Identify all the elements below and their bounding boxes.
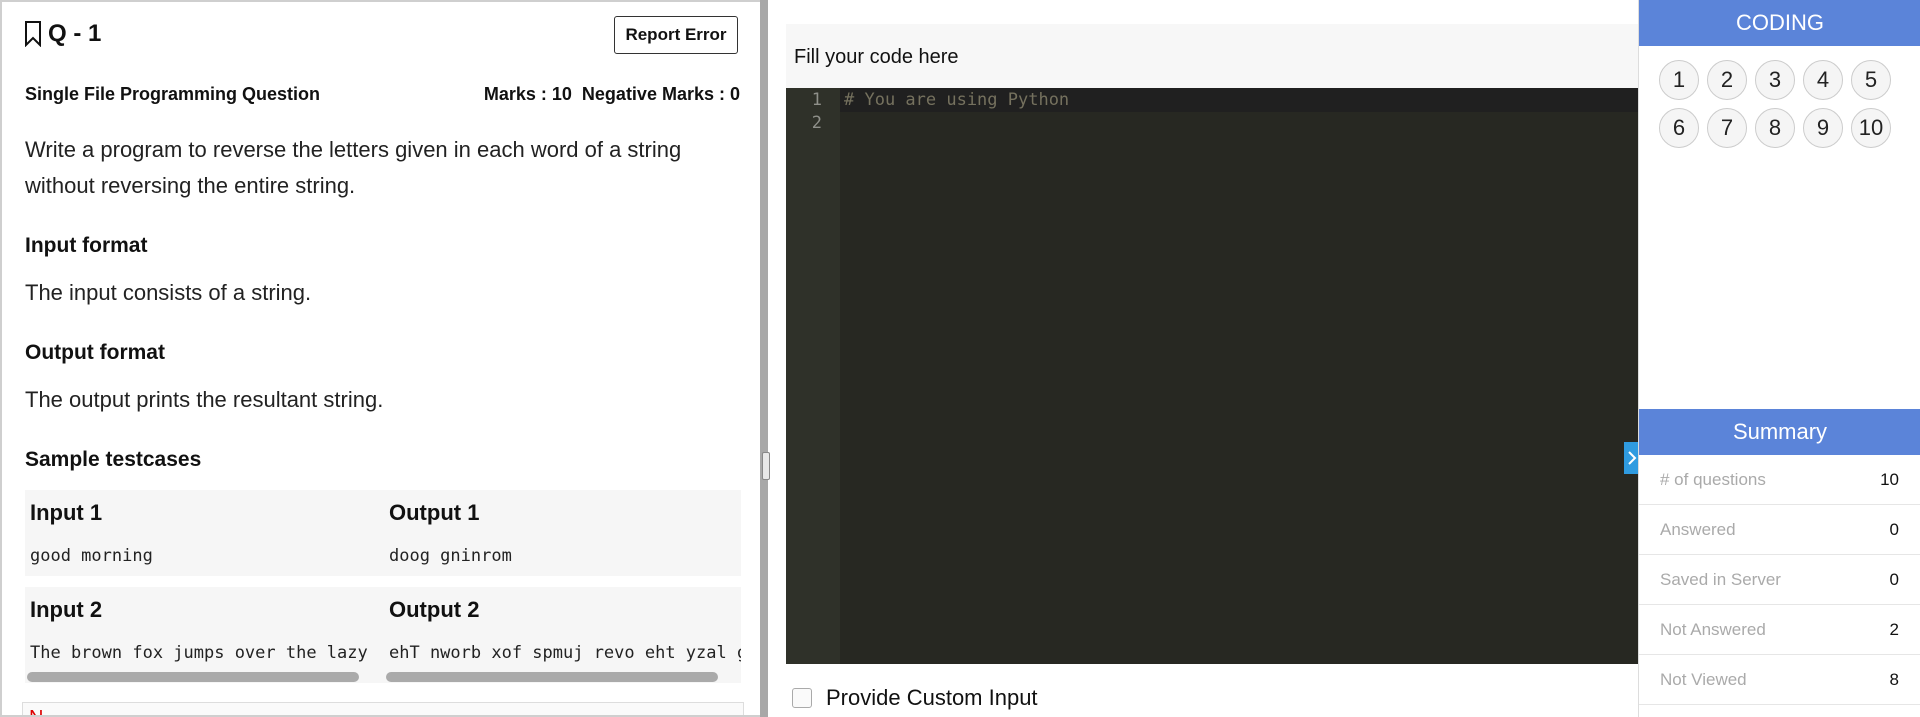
summary-title: Summary — [1639, 409, 1920, 455]
custom-input-label: Provide Custom Input — [826, 685, 1038, 710]
summary-value: 0 — [1889, 570, 1899, 589]
answer-status-text: N — [29, 707, 43, 715]
custom-input-toggle[interactable]: Provide Custom Input — [792, 685, 1038, 711]
input-scrollbar[interactable] — [27, 672, 359, 682]
question-nav-button[interactable]: 9 — [1803, 108, 1843, 148]
fill-code-label: Fill your code here — [794, 46, 959, 68]
testcase-output-cell[interactable]: Output 2 ehT nworb xof spmuj revo eht yz… — [384, 587, 741, 683]
question-nav-button[interactable]: 8 — [1755, 108, 1795, 148]
output-format-text: The output prints the resultant string. — [25, 387, 384, 412]
summary-row: Answered 0 — [1639, 505, 1920, 555]
summary-value: 2 — [1889, 620, 1899, 639]
question-description: Write a program to reverse the letters g… — [25, 137, 682, 198]
summary-row: # of questions 10 — [1639, 455, 1920, 505]
output-format-title: Output format — [25, 341, 165, 364]
testcase-input-cell[interactable]: Input 2 The brown fox jumps over the laz… — [25, 587, 377, 683]
question-panel: Q - 1 Report Error Single File Programmi… — [0, 0, 760, 717]
question-header: Q - 1 — [24, 20, 101, 48]
testcase-2: Input 2 The brown fox jumps over the laz… — [25, 587, 741, 683]
custom-input-checkbox[interactable] — [792, 688, 812, 708]
testcase-input-label: Input 2 — [30, 597, 103, 622]
input-format-title: Input format — [25, 234, 148, 257]
marks-info: Marks : 10 Negative Marks : 0 — [483, 84, 740, 104]
code-line-1[interactable]: # You are using Python — [844, 90, 1069, 110]
summary-value: 10 — [1880, 470, 1899, 489]
question-nav-button[interactable]: 6 — [1659, 108, 1699, 148]
summary-value: 8 — [1889, 670, 1899, 689]
question-nav-button[interactable]: 4 — [1803, 60, 1843, 100]
testcase-output-value: ehT nworb xof spmuj revo eht yzal god — [389, 643, 741, 663]
testcase-input-value: The brown fox jumps over the lazy dog — [30, 643, 377, 663]
testcase-input-value: good morning — [30, 546, 153, 566]
bookmark-icon[interactable] — [24, 21, 42, 48]
sample-testcases-title: Sample testcases — [25, 448, 202, 471]
question-nav-button[interactable]: 7 — [1707, 108, 1747, 148]
question-number: Q - 1 — [48, 20, 102, 47]
summary-label: Answered — [1660, 520, 1736, 539]
question-nav-button[interactable]: 10 — [1851, 108, 1891, 148]
editor-gutter: 1 2 — [786, 88, 840, 664]
question-nav-button[interactable]: 1 — [1659, 60, 1699, 100]
answer-status-box: N — [22, 702, 744, 715]
question-nav-button[interactable]: 5 — [1851, 60, 1891, 100]
testcase-input-label: Input 1 — [30, 500, 103, 525]
summary-label: Saved in Server — [1660, 570, 1781, 589]
input-format-text: The input consists of a string. — [25, 280, 312, 305]
question-nav-button[interactable]: 2 — [1707, 60, 1747, 100]
question-navigator: 1 2 3 4 5 6 7 8 9 10 — [1659, 60, 1909, 148]
summary-label: # of questions — [1660, 470, 1766, 489]
section-title: CODING — [1639, 0, 1920, 46]
summary-row: Not Answered 2 — [1639, 605, 1920, 655]
testcase-output-label: Output 1 — [389, 500, 480, 525]
code-editor[interactable]: 1 2 # You are using Python — [786, 88, 1638, 664]
summary-label: Not Viewed — [1660, 670, 1747, 689]
testcase-output-value: doog gninrom — [389, 546, 512, 566]
output-scrollbar[interactable] — [386, 672, 718, 682]
report-error-button[interactable]: Report Error — [614, 16, 738, 54]
panel-splitter[interactable] — [760, 0, 768, 717]
summary-label: Not Answered — [1660, 620, 1766, 639]
summary-value: 0 — [1889, 520, 1899, 539]
testcase-1: Input 1 good morning Output 1 doog gninr… — [25, 490, 741, 576]
question-sidebar: CODING 1 2 3 4 5 6 7 8 9 10 Summary # of… — [1638, 0, 1920, 717]
summary-row: Saved in Server 0 — [1639, 555, 1920, 605]
testcase-output-label: Output 2 — [389, 597, 480, 622]
question-nav-button[interactable]: 3 — [1755, 60, 1795, 100]
splitter-grip-icon[interactable] — [762, 452, 770, 480]
line-number: 2 — [811, 113, 822, 133]
summary-row: Not Viewed 8 — [1639, 655, 1920, 705]
line-number: 1 — [811, 90, 822, 110]
editor-header: Fill your code here — [786, 24, 1638, 88]
question-type: Single File Programming Question — [25, 84, 321, 104]
